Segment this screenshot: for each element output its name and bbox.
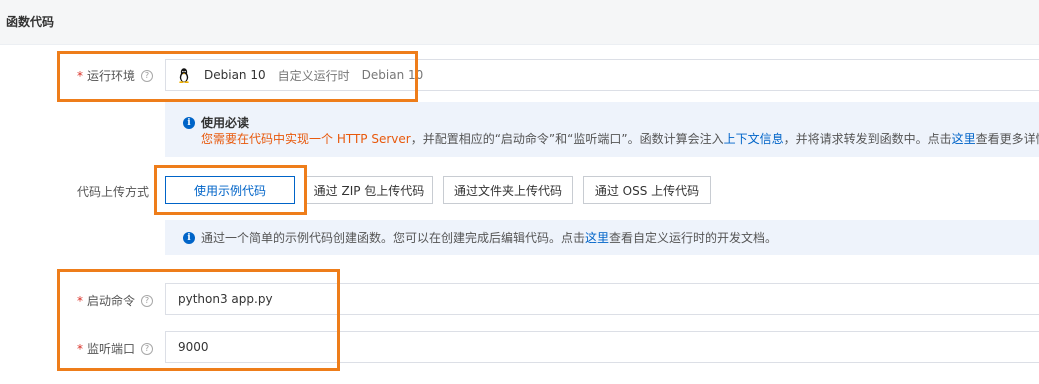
- usage-notice-title-row: i 使用必读: [183, 114, 249, 131]
- runtime-label: 运行环境: [87, 69, 136, 83]
- upload-option-folder[interactable]: 通过文件夹上传代码: [443, 176, 573, 204]
- upload-option-sample[interactable]: 使用示例代码: [165, 176, 295, 204]
- context-info-link[interactable]: 上下文信息: [724, 132, 784, 146]
- runtime-select[interactable]: Debian 10 自定义运行时 Debian 10: [165, 59, 1039, 91]
- section-title: 函数代码: [6, 15, 55, 29]
- upload-notice-body: i 通过一个简单的示例代码创建函数。您可以在创建完成后编辑代码。点击 这里 查看自定…: [183, 220, 777, 255]
- runtime-os: Debian 10: [361, 68, 424, 82]
- usage-notice: i 使用必读 您需要在代码中实现一个 HTTP Server，并配置相应的“启动…: [165, 102, 1039, 157]
- runtime-label-group: * 运行环境 ?: [77, 67, 154, 84]
- start-command-label: 启动命令: [87, 294, 136, 308]
- listen-port-label-group: * 监听端口 ?: [77, 340, 154, 357]
- start-command-input[interactable]: python3 app.py: [165, 283, 1039, 315]
- usage-notice-text: ，并将请求转发到函数中。点击: [783, 132, 952, 146]
- start-command-label-group: * 启动命令 ?: [77, 292, 154, 309]
- runtime-value: Debian 10: [204, 68, 266, 82]
- usage-notice-warning: 您需要在代码中实现一个 HTTP Server: [201, 132, 411, 146]
- runtime-type: 自定义运行时: [277, 68, 350, 83]
- required-mark: *: [77, 341, 83, 356]
- details-link[interactable]: 这里: [952, 132, 976, 146]
- upload-option-zip[interactable]: 通过 ZIP 包上传代码: [305, 176, 433, 204]
- question-circle-icon[interactable]: ?: [141, 69, 154, 82]
- listen-port-value: 9000: [178, 340, 209, 354]
- required-mark: *: [77, 293, 83, 308]
- upload-option-oss[interactable]: 通过 OSS 上传代码: [583, 176, 711, 204]
- listen-port-input[interactable]: 9000: [165, 331, 1039, 363]
- upload-notice-text: 查看自定义运行时的开发文档。: [609, 231, 778, 245]
- required-mark: *: [77, 68, 83, 83]
- start-command-value: python3 app.py: [178, 292, 273, 306]
- question-circle-icon[interactable]: ?: [141, 342, 154, 355]
- usage-notice-text: ，并配置相应的“启动命令”和“监听端口”。函数计算会注入: [410, 132, 724, 146]
- upload-notice: i 通过一个简单的示例代码创建函数。您可以在创建完成后编辑代码。点击 这里 查看自定…: [165, 220, 1039, 255]
- linux-penguin-icon: [178, 67, 190, 83]
- usage-notice-text: 查看更多详情。: [975, 132, 1039, 146]
- upload-notice-text: 通过一个简单的示例代码创建函数。您可以在创建完成后编辑代码。点击: [201, 231, 586, 245]
- runtime-docs-link[interactable]: 这里: [585, 229, 609, 246]
- listen-port-label: 监听端口: [87, 342, 136, 356]
- usage-notice-body: 您需要在代码中实现一个 HTTP Server，并配置相应的“启动命令”和“监听…: [201, 130, 1039, 147]
- upload-label: 代码上传方式: [77, 185, 150, 199]
- usage-notice-title: 使用必读: [201, 116, 250, 130]
- upload-label-group: 代码上传方式: [77, 183, 149, 200]
- section-header: 函数代码: [0, 0, 1039, 45]
- info-circle-icon: i: [183, 231, 195, 244]
- question-circle-icon[interactable]: ?: [141, 294, 154, 307]
- info-circle-icon: i: [183, 116, 195, 129]
